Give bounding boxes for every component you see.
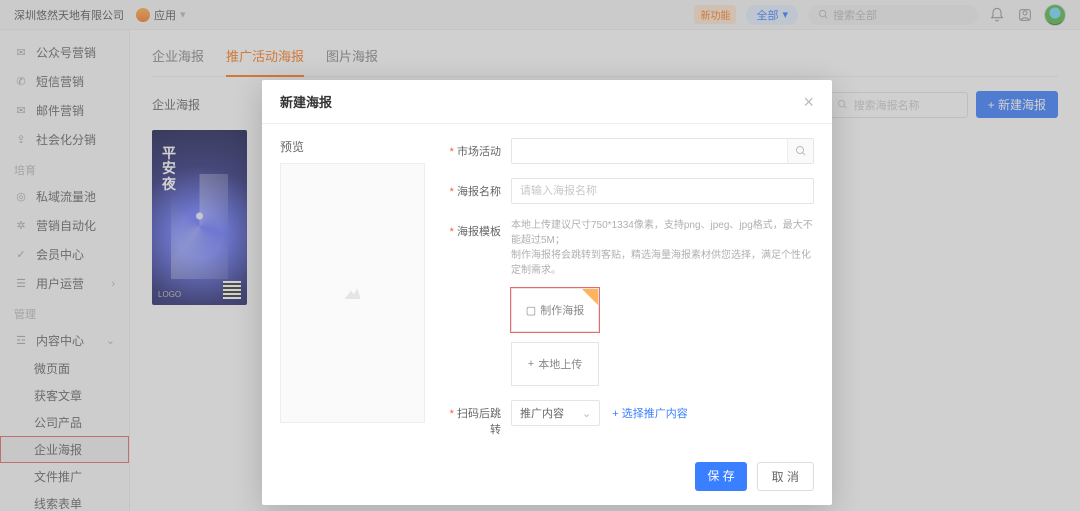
- close-icon[interactable]: ×: [803, 93, 814, 111]
- template-hint1: 本地上传建议尺寸750*1334像素，支持png、jpeg、jpg格式，最大不能…: [511, 218, 814, 248]
- cancel-button[interactable]: 取 消: [757, 462, 814, 491]
- chevron-down-icon: ⌄: [582, 407, 591, 420]
- preview-box: [280, 163, 425, 423]
- label-poster-name: 海报名称: [443, 178, 501, 199]
- choose-content-link[interactable]: + 选择推广内容: [612, 405, 687, 421]
- new-poster-modal: 新建海报 × 预览 市场活动 海报名称: [262, 80, 832, 505]
- save-button[interactable]: 保 存: [695, 462, 746, 491]
- label-scan-jump: 扫码后跳转: [443, 400, 501, 437]
- label-poster-template: 海报模板: [443, 218, 501, 239]
- market-activity-input[interactable]: [511, 138, 814, 164]
- scan-jump-select[interactable]: 推广内容 ⌄: [511, 400, 600, 426]
- corner-badge: [582, 289, 598, 305]
- search-icon[interactable]: [787, 139, 813, 163]
- preview-label: 预览: [280, 138, 425, 155]
- plus-icon: +: [528, 358, 534, 370]
- template-icon: ▢: [526, 304, 536, 317]
- label-market-activity: 市场活动: [443, 138, 501, 159]
- tile-make-poster[interactable]: ▢ 制作海报: [511, 288, 599, 332]
- modal-title: 新建海报: [280, 92, 332, 111]
- tile-local-upload[interactable]: + 本地上传: [511, 342, 599, 386]
- template-hint2: 制作海报将会跳转到客贴，精选海量海报素材供您选择，满足个性化定制需求。: [511, 248, 814, 278]
- poster-name-input[interactable]: [511, 178, 814, 204]
